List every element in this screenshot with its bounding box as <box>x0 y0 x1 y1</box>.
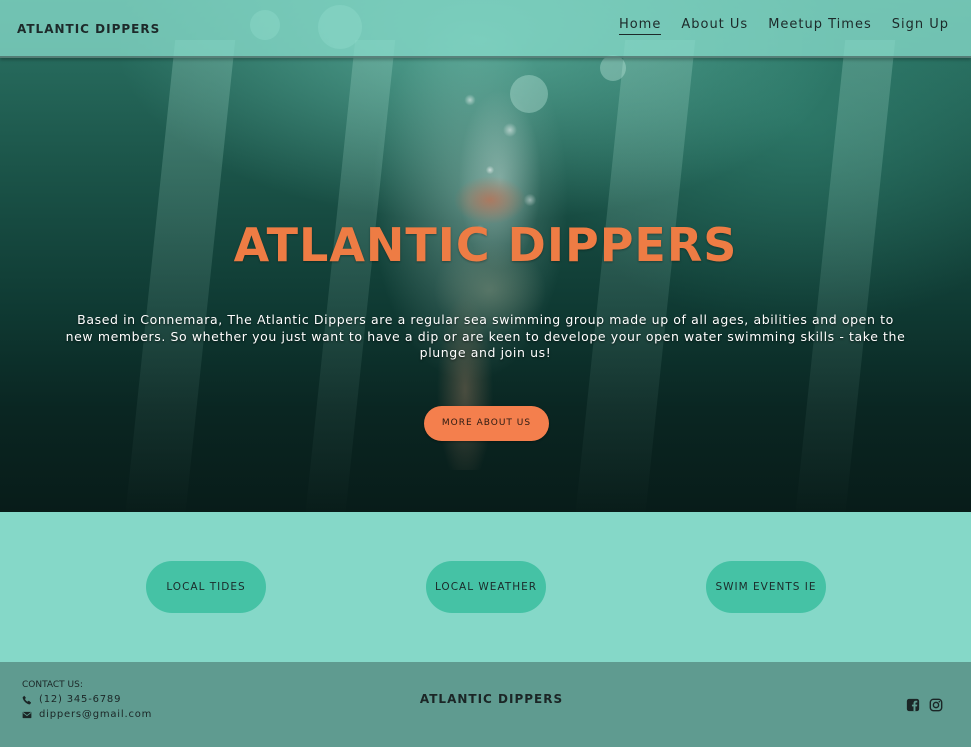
facebook-icon[interactable] <box>906 698 920 712</box>
envelope-icon <box>22 711 32 718</box>
hero-description: Based in Connemara, The Atlantic Dippers… <box>65 312 906 360</box>
hero-title: ATLANTIC DIPPERS <box>233 218 738 272</box>
footer-brand: ATLANTIC DIPPERS <box>419 692 564 706</box>
contact-email: dippers@gmail.com <box>22 709 152 720</box>
local-tides-button[interactable]: LOCAL TIDES <box>146 561 266 613</box>
light-beam <box>794 40 896 512</box>
light-beam <box>124 40 236 512</box>
local-weather-button[interactable]: LOCAL WEATHER <box>426 561 546 613</box>
nav-link-sign-up[interactable]: Sign Up <box>892 17 949 35</box>
nav-link-home[interactable]: Home <box>618 17 662 35</box>
light-beam <box>574 40 696 512</box>
nav-link-about-us[interactable]: About Us <box>681 17 748 35</box>
resource-links-section: LOCAL TIDES LOCAL WEATHER SWIM EVENTS IE <box>0 512 971 662</box>
instagram-icon[interactable] <box>929 698 943 712</box>
email-address[interactable]: dippers@gmail.com <box>39 709 152 720</box>
swim-events-button[interactable]: SWIM EVENTS IE <box>706 561 826 613</box>
footer: CONTACT US: (12) 345-6789 dippers@gmail.… <box>0 662 971 747</box>
nav-brand[interactable]: ATLANTIC DIPPERS <box>17 22 160 36</box>
nav-links: Home About Us Meetup Times Sign Up <box>618 17 949 35</box>
contact-title: CONTACT US: <box>22 680 83 690</box>
navbar: ATLANTIC DIPPERS Home About Us Meetup Ti… <box>0 0 971 58</box>
hero-section: ATLANTIC DIPPERS Based in Connemara, The… <box>0 0 971 512</box>
bokeh <box>600 55 626 81</box>
light-beam <box>304 40 396 512</box>
more-about-us-button[interactable]: MORE ABOUT US <box>424 406 549 441</box>
nav-link-meetup-times[interactable]: Meetup Times <box>768 17 872 35</box>
